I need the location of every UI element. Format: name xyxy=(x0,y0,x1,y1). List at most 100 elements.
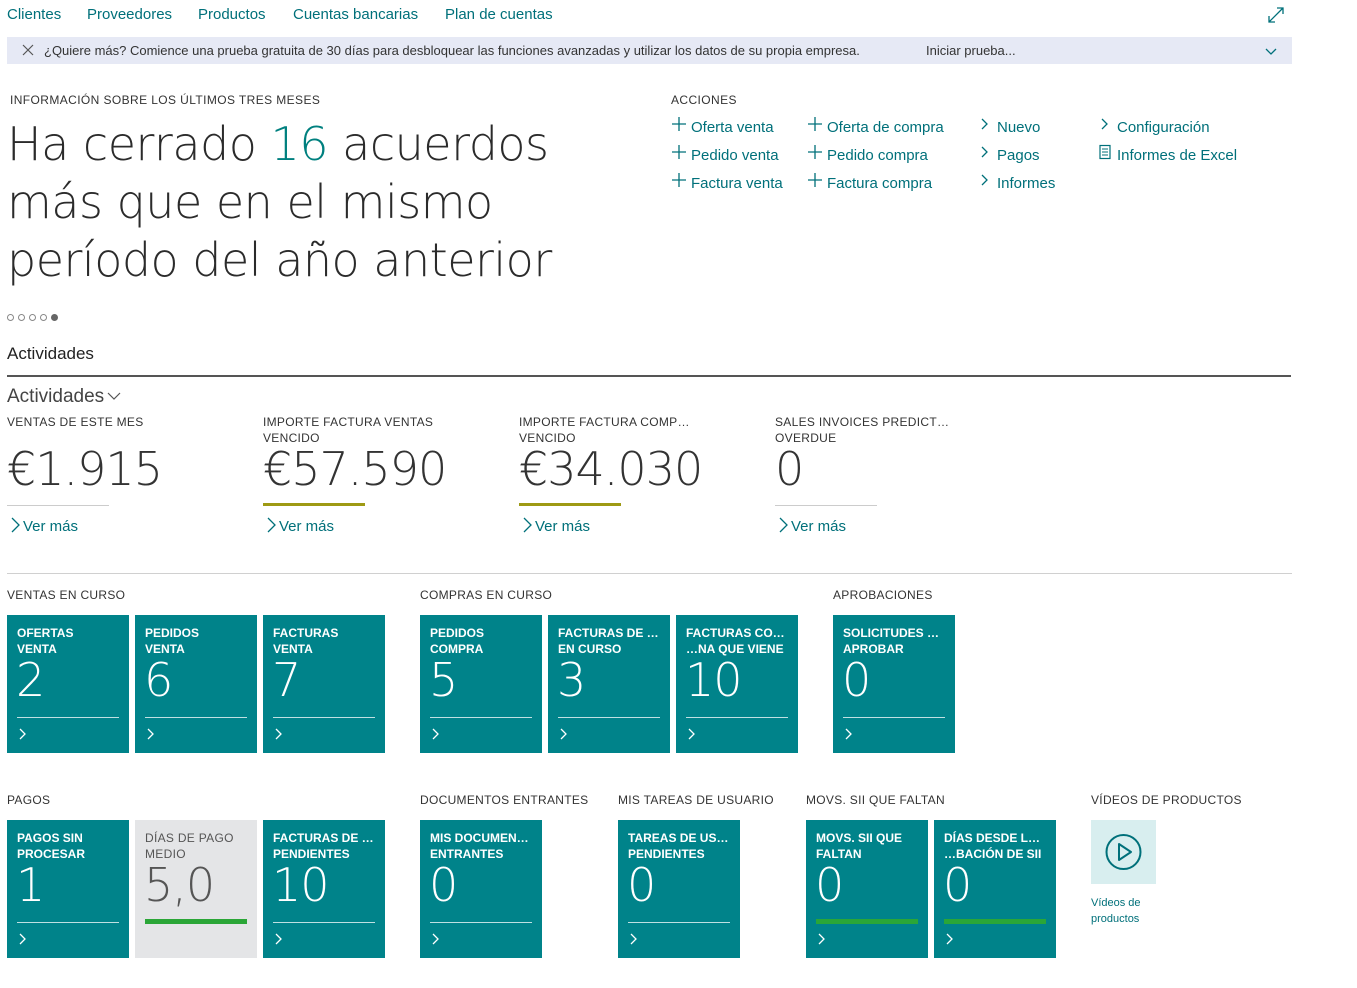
action-factura-venta[interactable]: Factura venta xyxy=(671,172,783,192)
tile-divider xyxy=(145,717,247,718)
nav-cuentas-bancarias[interactable]: Cuentas bancarias xyxy=(293,6,418,23)
see-more-label: Ver más xyxy=(535,518,591,535)
tile-divider xyxy=(273,922,375,923)
cue-tile[interactable]: DÍAS DESDE L… …BACIÓN DE SII 0 xyxy=(934,820,1056,958)
activities-subtitle[interactable]: Actividades xyxy=(7,386,122,408)
kpi-warning-indicator xyxy=(263,503,365,506)
kpi-divider xyxy=(7,505,109,506)
chevron-right-icon xyxy=(845,728,852,740)
kpi-label: VENTAS DE ESTE MES xyxy=(7,415,144,429)
action-nuevo[interactable]: Nuevo xyxy=(977,116,1040,136)
insight-headline: Ha cerrado 16 acuerdos más que en el mis… xyxy=(7,115,647,289)
cue-tile[interactable]: TAREAS DE US… PENDIENTES 0 xyxy=(618,820,740,958)
chevron-right-icon xyxy=(977,172,993,192)
carousel-dot[interactable] xyxy=(51,314,58,321)
tile-value: 7 xyxy=(272,653,301,707)
see-more-link[interactable]: Ver más xyxy=(777,516,846,535)
tile-status-indicator xyxy=(944,919,1046,924)
action-configuracion[interactable]: Configuración xyxy=(1097,116,1210,136)
tile-value: 0 xyxy=(842,653,871,707)
close-icon[interactable] xyxy=(21,43,35,57)
tile-value: 0 xyxy=(429,858,458,912)
cue-tile[interactable]: SOLICITUDES … APROBAR 0 xyxy=(833,615,955,753)
tile-divider xyxy=(843,717,945,718)
nav-clientes[interactable]: Clientes xyxy=(7,6,61,23)
chevron-right-icon xyxy=(275,933,282,945)
action-label: Pedido venta xyxy=(691,147,779,164)
cue-tile[interactable]: OFERTAS VENTA 2 xyxy=(7,615,129,753)
plus-icon xyxy=(671,116,687,136)
play-icon xyxy=(1105,834,1142,870)
action-label: Oferta de compra xyxy=(827,119,944,136)
see-more-link[interactable]: Ver más xyxy=(9,516,78,535)
section-divider xyxy=(7,573,1292,574)
chevron-right-icon xyxy=(432,728,439,740)
nav-proveedores[interactable]: Proveedores xyxy=(87,6,172,23)
kpi-value[interactable]: 0 xyxy=(775,442,804,496)
action-informes-de-excel[interactable]: Informes de Excel xyxy=(1097,144,1237,164)
plus-icon xyxy=(671,172,687,192)
action-informes[interactable]: Informes xyxy=(977,172,1055,192)
cue-tile[interactable]: PEDIDOS VENTA 6 xyxy=(135,615,257,753)
chevron-right-icon xyxy=(19,728,26,740)
tile-value: 5 xyxy=(429,653,458,707)
chevron-right-icon xyxy=(946,933,953,945)
expand-icon[interactable] xyxy=(1266,5,1286,25)
chevron-down-icon xyxy=(107,392,121,400)
carousel-dot[interactable] xyxy=(7,314,14,321)
cue-tile[interactable]: PAGOS SIN PROCESAR 1 xyxy=(7,820,129,958)
action-label: Oferta venta xyxy=(691,119,774,136)
tile-divider xyxy=(430,717,532,718)
cue-tile[interactable]: PEDIDOS COMPRA 5 xyxy=(420,615,542,753)
activities-subtitle-label: Actividades xyxy=(7,386,105,407)
activities-divider xyxy=(7,375,1291,377)
cue-tile[interactable]: FACTURAS VENTA 7 xyxy=(263,615,385,753)
action-oferta-de-compra[interactable]: Oferta de compra xyxy=(807,116,944,136)
nav-productos[interactable]: Productos xyxy=(198,6,266,23)
chevron-right-icon xyxy=(275,728,282,740)
tile-group-caption: MOVS. SII QUE FALTAN xyxy=(806,793,945,807)
product-videos-tile[interactable] xyxy=(1091,820,1156,884)
plus-icon xyxy=(807,116,823,136)
nav-plan-de-cuentas[interactable]: Plan de cuentas xyxy=(445,6,553,23)
chevron-right-icon xyxy=(432,933,439,945)
action-pedido-compra[interactable]: Pedido compra xyxy=(807,144,928,164)
cue-tile[interactable]: FACTURAS DE … EN CURSO 3 xyxy=(548,615,670,753)
cue-tile[interactable]: FACTURAS DE … PENDIENTES 10 xyxy=(263,820,385,958)
action-oferta-venta[interactable]: Oferta venta xyxy=(671,116,774,136)
see-more-link[interactable]: Ver más xyxy=(265,516,334,535)
action-pagos[interactable]: Pagos xyxy=(977,144,1040,164)
cue-tile[interactable]: MOVS. SII QUE FALTAN 0 xyxy=(806,820,928,958)
chevron-right-icon xyxy=(19,933,26,945)
see-more-link[interactable]: Ver más xyxy=(521,516,590,535)
insight-prefix: Ha cerrado xyxy=(7,117,271,171)
product-videos-link[interactable]: Vídeos de productos xyxy=(1091,895,1171,927)
kpi-value[interactable]: €1.915 xyxy=(7,442,163,496)
carousel-dot[interactable] xyxy=(40,314,47,321)
chevron-right-icon xyxy=(560,728,567,740)
kpi-label: SALES INVOICES PREDICT… OVERDUE xyxy=(775,415,950,445)
tile-value: 0 xyxy=(815,858,844,912)
start-trial-link[interactable]: Iniciar prueba... xyxy=(926,43,1016,58)
cue-tile[interactable]: FACTURAS CO… …NA QUE VIENE 10 xyxy=(676,615,798,753)
tile-value: 3 xyxy=(557,653,586,707)
carousel-dot[interactable] xyxy=(18,314,25,321)
action-label: Nuevo xyxy=(997,119,1041,136)
kpi-value[interactable]: €34.030 xyxy=(519,442,703,496)
cue-tile[interactable]: DÍAS DE PAGO MEDIO 5,0 xyxy=(135,820,257,958)
tile-value: 10 xyxy=(685,653,743,707)
chevron-right-icon xyxy=(977,116,993,136)
tile-group-caption: MIS TAREAS DE USUARIO xyxy=(618,793,774,807)
tile-value: 1 xyxy=(16,858,45,912)
chevron-right-icon xyxy=(779,517,788,533)
action-pedido-venta[interactable]: Pedido venta xyxy=(671,144,779,164)
actions-caption: ACCIONES xyxy=(671,93,737,107)
tile-group-caption: PAGOS xyxy=(7,793,51,807)
kpi-value[interactable]: €57.590 xyxy=(263,442,447,496)
carousel-dot[interactable] xyxy=(29,314,36,321)
action-factura-compra[interactable]: Factura compra xyxy=(807,172,932,192)
cue-tile[interactable]: MIS DOCUMEN… ENTRANTES 0 xyxy=(420,820,542,958)
tile-status-indicator xyxy=(816,919,918,924)
chevron-down-icon[interactable] xyxy=(1264,44,1278,58)
chevron-right-icon xyxy=(267,517,276,533)
